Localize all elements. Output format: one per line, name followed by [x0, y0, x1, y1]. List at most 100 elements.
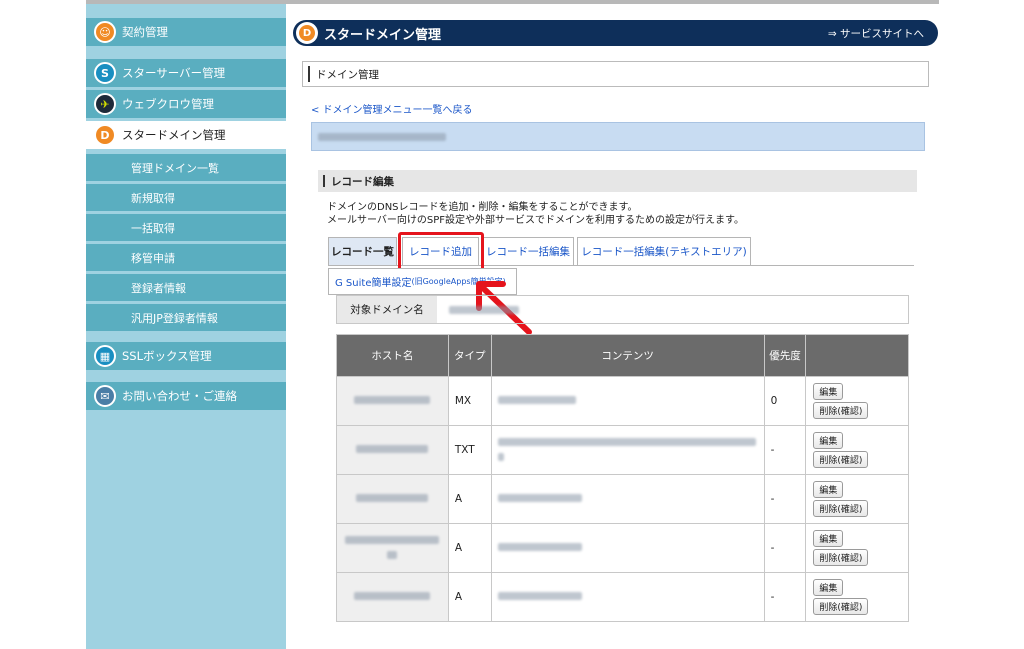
- back-to-menu-link[interactable]: < ドメイン管理メニュー一覧へ戻る: [311, 101, 473, 116]
- col-type: タイプ: [447, 334, 492, 377]
- ssl-box-icon: ▦: [94, 345, 116, 367]
- edit-button[interactable]: 編集: [813, 481, 844, 498]
- priority-cell: 0: [763, 376, 807, 426]
- sidebar-subitem-label: 登録者情報: [131, 281, 186, 295]
- star-domain-icon: D: [94, 124, 116, 146]
- sidebar-item-contract[interactable]: ☺ 契約管理: [86, 18, 286, 46]
- sidebar-subitem-label: 汎用JP登録者情報: [131, 311, 218, 325]
- host-cell: [336, 376, 449, 426]
- star-domain-icon: D: [296, 22, 318, 44]
- sidebar-item-star-server[interactable]: S スターサーバー管理: [86, 59, 286, 87]
- tab-record-bulk-edit[interactable]: レコード一括編集: [482, 237, 574, 266]
- edit-button[interactable]: 編集: [813, 579, 844, 596]
- section-header: レコード編集: [318, 170, 917, 192]
- sidebar-item-label: 契約管理: [122, 25, 168, 39]
- table-row: A - 編集 削除(確認): [336, 572, 909, 622]
- type-cell: A: [447, 523, 492, 573]
- content-cell: [490, 523, 765, 573]
- tab-label: レコード一括編集: [486, 246, 570, 258]
- content-cell: [490, 572, 765, 622]
- tab-record-list[interactable]: レコード一覧: [328, 237, 397, 266]
- actions-cell: 編集 削除(確認): [805, 376, 909, 426]
- sidebar-subitem-label: 管理ドメイン一覧: [131, 161, 219, 175]
- type-cell: A: [447, 572, 492, 622]
- col-content: コンテンツ: [490, 334, 765, 377]
- sidebar-subitem-new[interactable]: 新規取得: [86, 183, 286, 211]
- page-title: スタードメイン管理: [324, 27, 442, 43]
- edit-button[interactable]: 編集: [813, 530, 844, 547]
- breadcrumb: ドメイン管理: [302, 61, 929, 87]
- sidebar-subitem-label: 移管申請: [131, 251, 175, 265]
- actions-cell: 編集 削除(確認): [805, 572, 909, 622]
- edit-button[interactable]: 編集: [813, 432, 844, 449]
- redacted-domain: [318, 132, 446, 141]
- sidebar-subitem-label: 一括取得: [131, 221, 175, 235]
- webcrow-icon: ✈: [94, 93, 116, 115]
- edit-button[interactable]: 編集: [813, 383, 844, 400]
- col-actions: [805, 334, 909, 377]
- sidebar-item-label: スターサーバー管理: [122, 66, 226, 80]
- sidebar-item-label: ウェブクロウ管理: [122, 97, 214, 111]
- host-cell: [336, 425, 449, 475]
- tab-label: レコード一括編集(テキストエリア): [581, 246, 747, 258]
- sidebar-subitem-jp-registrant[interactable]: 汎用JP登録者情報: [86, 303, 286, 331]
- sidebar-subitem-transfer[interactable]: 移管申請: [86, 243, 286, 271]
- content-cell: [490, 376, 765, 426]
- priority-cell: -: [763, 474, 807, 524]
- delete-button[interactable]: 削除(確認): [813, 549, 869, 566]
- sidebar-item-ssl-box[interactable]: ▦ SSLボックス管理: [86, 342, 286, 370]
- contract-icon: ☺: [94, 21, 116, 43]
- sidebar-item-label: SSLボックス管理: [122, 349, 212, 363]
- subtab-label: G Suite簡単設定: [335, 278, 412, 289]
- content-cell: [490, 474, 765, 524]
- priority-cell: -: [763, 523, 807, 573]
- target-domain-row: 対象ドメイン名: [336, 295, 909, 324]
- sidebar-item-star-domain[interactable]: D スタードメイン管理: [86, 121, 286, 149]
- mail-icon: ✉: [94, 385, 116, 407]
- content-cell: [490, 425, 765, 475]
- host-cell: [336, 474, 449, 524]
- highlight-box: [398, 232, 484, 271]
- col-priority: 優先度: [763, 334, 807, 377]
- sidebar-item-contact[interactable]: ✉ お問い合わせ・ご連絡: [86, 382, 286, 410]
- table-row: TXT - 編集 削除(確認): [336, 425, 909, 475]
- col-host: ホスト名: [336, 334, 449, 377]
- dns-record-table: ホスト名 タイプ コンテンツ 優先度 MX 0 編集 削除(確認) TXT - …: [336, 334, 909, 622]
- section-title: レコード編集: [331, 175, 394, 188]
- sidebar-subitem-label: 新規取得: [131, 191, 175, 205]
- sidebar-item-label: お問い合わせ・ご連絡: [122, 389, 237, 403]
- delete-button[interactable]: 削除(確認): [813, 451, 869, 468]
- star-server-icon: S: [94, 62, 116, 84]
- host-cell: [336, 523, 449, 573]
- tab-record-bulk-edit-text[interactable]: レコード一括編集(テキストエリア): [577, 237, 751, 266]
- delete-button[interactable]: 削除(確認): [813, 500, 869, 517]
- target-domain-value: [437, 296, 519, 323]
- actions-cell: 編集 削除(確認): [805, 523, 909, 573]
- table-row: A - 編集 削除(確認): [336, 474, 909, 524]
- sidebar-item-webcrow[interactable]: ✈ ウェブクロウ管理: [86, 90, 286, 118]
- actions-cell: 編集 削除(確認): [805, 474, 909, 524]
- table-row: MX 0 編集 削除(確認): [336, 376, 909, 426]
- sidebar-subitem-registrant[interactable]: 登録者情報: [86, 273, 286, 301]
- target-domain-label: 対象ドメイン名: [337, 296, 437, 323]
- section-description: ドメインのDNSレコードを追加・削除・編集をすることができます。 メールサーバー…: [327, 201, 744, 227]
- type-cell: TXT: [447, 425, 492, 475]
- actions-cell: 編集 削除(確認): [805, 425, 909, 475]
- priority-cell: -: [763, 425, 807, 475]
- page-header: D スタードメイン管理 ⇒ サービスサイトへ: [293, 20, 938, 46]
- sidebar: ☺ 契約管理 S スターサーバー管理 ✈ ウェブクロウ管理 D スタードメイン管…: [86, 4, 286, 649]
- breadcrumb-label: ドメイン管理: [316, 68, 379, 81]
- table-row: A - 編集 削除(確認): [336, 523, 909, 573]
- description-line: ドメインのDNSレコードを追加・削除・編集をすることができます。: [327, 202, 638, 213]
- domain-name-bar: [311, 122, 925, 151]
- delete-button[interactable]: 削除(確認): [813, 402, 869, 419]
- priority-cell: -: [763, 572, 807, 622]
- type-cell: A: [447, 474, 492, 524]
- delete-button[interactable]: 削除(確認): [813, 598, 869, 615]
- tab-label: レコード一覧: [331, 246, 394, 258]
- sidebar-subitem-domain-list[interactable]: 管理ドメイン一覧: [86, 153, 286, 181]
- sidebar-item-label: スタードメイン管理: [122, 128, 226, 142]
- sidebar-subitem-bulk[interactable]: 一括取得: [86, 213, 286, 241]
- host-cell: [336, 572, 449, 622]
- service-site-link[interactable]: ⇒ サービスサイトへ: [828, 26, 924, 41]
